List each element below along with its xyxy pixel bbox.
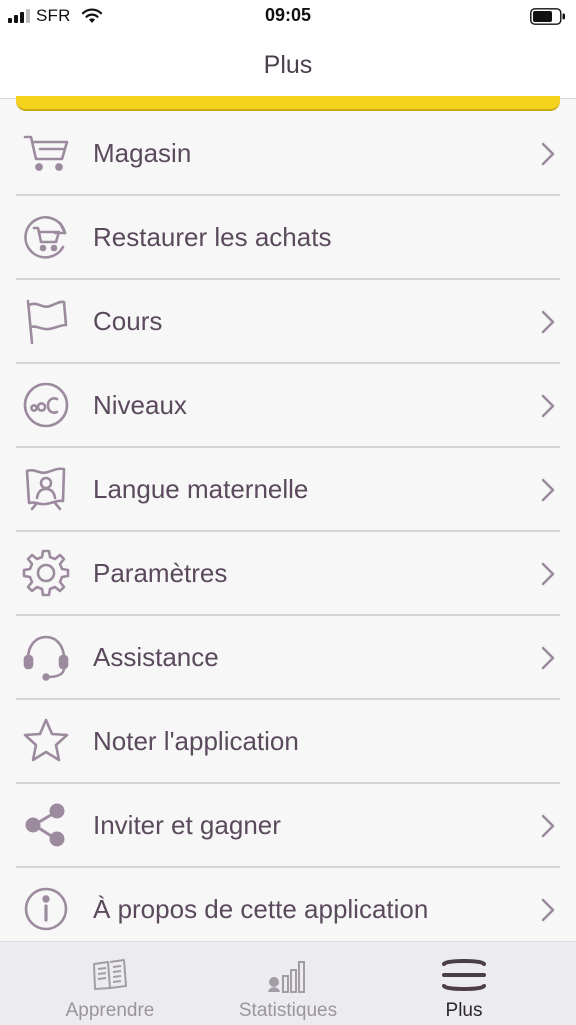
tab-plus[interactable]: Plus <box>368 942 560 1025</box>
menu-item-assistance[interactable]: Assistance <box>16 616 560 700</box>
chevron-right-icon <box>541 646 555 670</box>
stats-icon <box>268 961 305 993</box>
levels-icon <box>20 379 72 431</box>
native-language-icon <box>20 463 72 515</box>
menu-item-inviter-gagner[interactable]: Inviter et gagner <box>16 784 560 868</box>
menu-item-label: Niveaux <box>93 390 187 420</box>
chevron-right-icon <box>541 310 555 334</box>
menu-icon <box>442 959 486 991</box>
menu-item-label: Noter l'application <box>93 726 299 756</box>
tab-bar: Apprendre Statistiques Plus <box>0 941 576 1025</box>
menu-item-label: Paramètres <box>93 558 228 588</box>
star-icon <box>20 715 72 767</box>
info-icon <box>20 883 72 935</box>
menu-item-niveaux[interactable]: Niveaux <box>16 364 560 448</box>
chevron-right-icon <box>541 478 555 502</box>
tab-statistiques[interactable]: Statistiques <box>192 942 384 1025</box>
menu-item-magasin[interactable]: Magasin <box>16 112 560 196</box>
chevron-right-icon <box>541 814 555 838</box>
share-icon <box>20 799 72 851</box>
navigation-bar: Plus <box>0 32 576 99</box>
promo-banner[interactable] <box>16 96 560 111</box>
page-title: Plus <box>263 51 313 79</box>
menu-item-cours[interactable]: Cours <box>16 280 560 364</box>
tab-label: Apprendre <box>65 1000 155 1021</box>
chevron-right-icon <box>541 394 555 418</box>
menu-item-a-propos[interactable]: À propos de cette application <box>16 868 560 950</box>
chevron-right-icon <box>541 562 555 586</box>
restore-purchases-icon <box>20 211 72 263</box>
tab-apprendre[interactable]: Apprendre <box>14 942 206 1025</box>
menu-item-label: Cours <box>93 306 163 336</box>
menu-item-parametres[interactable]: Paramètres <box>16 532 560 616</box>
menu-item-langue-maternelle[interactable]: Langue maternelle <box>16 448 560 532</box>
menu-item-label: Restaurer les achats <box>93 222 332 252</box>
tab-label: Plus <box>445 1000 483 1021</box>
menu-item-label: À propos de cette application <box>93 894 429 924</box>
menu-item-restaurer-achats[interactable]: Restaurer les achats <box>16 196 560 280</box>
status-time: 09:05 <box>264 5 312 25</box>
chevron-right-icon <box>541 898 555 922</box>
menu-list: Magasin Restaurer les achats Cours Nivea… <box>16 112 560 950</box>
menu-item-label: Langue maternelle <box>93 474 309 504</box>
menu-item-label: Assistance <box>93 642 219 672</box>
gear-icon <box>20 547 72 599</box>
flag-icon <box>20 295 72 347</box>
menu-item-label: Inviter et gagner <box>93 810 281 840</box>
cart-icon <box>20 127 72 179</box>
menu-item-noter-application[interactable]: Noter l'application <box>16 700 560 784</box>
headset-icon <box>20 631 72 683</box>
status-bar: SFR 09:05 <box>0 0 576 32</box>
menu-item-label: Magasin <box>93 138 192 168</box>
battery-icon <box>530 8 565 25</box>
tab-label: Statistiques <box>238 1000 338 1021</box>
chevron-right-icon <box>541 142 555 166</box>
book-icon <box>93 959 127 990</box>
